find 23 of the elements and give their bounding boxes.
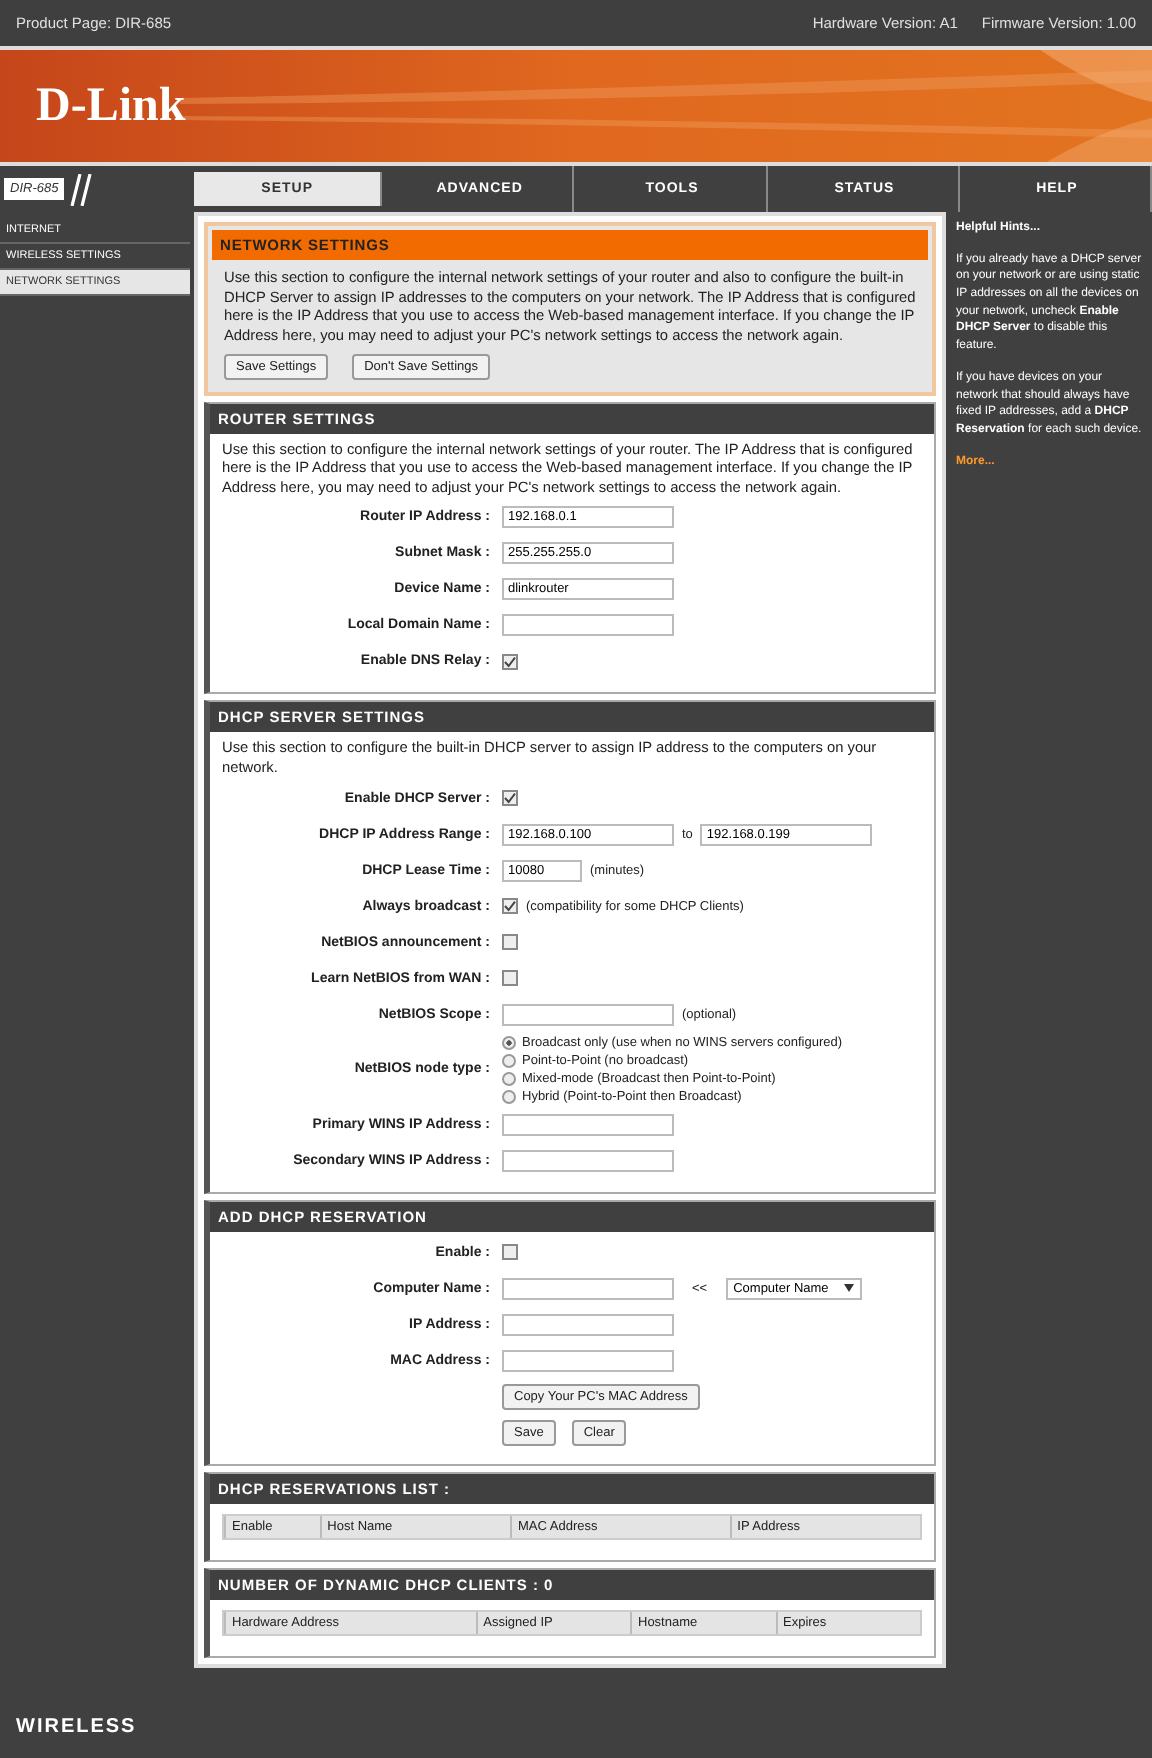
checkbox[interactable] (502, 1244, 518, 1261)
radio-button[interactable] (502, 1053, 516, 1068)
checkbox[interactable] (502, 653, 518, 670)
checkbox[interactable] (502, 898, 518, 915)
text-field[interactable] (502, 1349, 674, 1372)
checkbox[interactable] (502, 970, 518, 987)
checkbox[interactable] (502, 790, 518, 807)
check-icon (504, 900, 516, 913)
radio-button[interactable] (502, 1071, 516, 1086)
radio-button[interactable] (502, 1089, 516, 1104)
caret-icon (844, 1284, 855, 1293)
text-field[interactable] (502, 1277, 674, 1300)
check-icon (504, 655, 516, 668)
radio-button[interactable] (502, 1035, 516, 1050)
text-field[interactable] (502, 1313, 674, 1336)
text-field[interactable] (502, 1113, 674, 1136)
footer-title: WIRELESS (16, 1716, 137, 1738)
text-field[interactable] (502, 614, 674, 637)
text-field[interactable] (502, 1149, 674, 1172)
check-icon (504, 792, 516, 805)
text-field[interactable] (502, 1003, 674, 1026)
logo: D-Link (36, 79, 186, 133)
checkbox[interactable] (502, 934, 518, 951)
